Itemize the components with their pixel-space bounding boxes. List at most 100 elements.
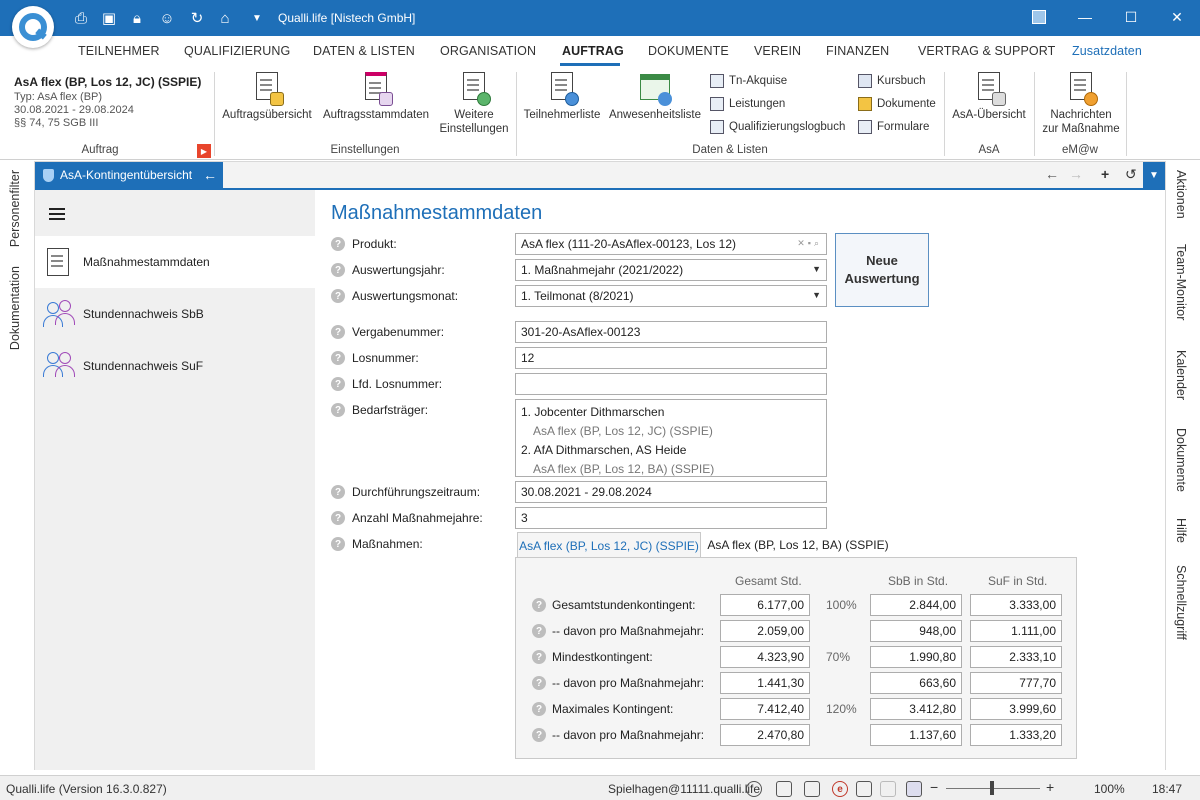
- help-icon[interactable]: ?: [331, 403, 345, 417]
- suf-value[interactable]: 1.111,00: [970, 620, 1062, 642]
- auftragsuebersicht-button[interactable]: Auftragsübersicht: [218, 72, 316, 122]
- layout-icon[interactable]: [906, 781, 922, 797]
- check-icon[interactable]: [804, 781, 820, 797]
- user-icon[interactable]: [746, 781, 762, 797]
- help-icon[interactable]: ?: [532, 624, 546, 638]
- zoom-out-icon[interactable]: −: [930, 779, 938, 795]
- losnummer-field[interactable]: 12: [515, 347, 827, 369]
- qualifizierungslogbuch-button[interactable]: Qualifizierungslogbuch: [710, 118, 845, 136]
- menu-auftrag[interactable]: AUFTRAG: [562, 44, 624, 58]
- email-e-icon[interactable]: e: [832, 781, 848, 797]
- suf-value[interactable]: 3.333,00: [970, 594, 1062, 616]
- nav-item-stundennachweis-suf[interactable]: Stundennachweis SuF: [35, 340, 315, 392]
- shield-check-icon[interactable]: [776, 781, 792, 797]
- minimize-button[interactable]: —: [1062, 0, 1108, 34]
- zeitraum-field[interactable]: 30.08.2021 - 29.08.2024: [515, 481, 827, 503]
- sbb-value[interactable]: 948,00: [870, 620, 962, 642]
- tab-jc[interactable]: AsA flex (BP, Los 12, JC) (SSPIE): [517, 532, 701, 558]
- teilnehmerliste-button[interactable]: Teilnehmerliste: [520, 72, 604, 122]
- help-icon[interactable]: ?: [331, 351, 345, 365]
- help-icon[interactable]: ?: [331, 511, 345, 525]
- reset-icon[interactable]: ↺: [1125, 166, 1137, 183]
- suf-value[interactable]: 3.999,60: [970, 698, 1062, 720]
- gesamt-value[interactable]: 6.177,00: [720, 594, 810, 616]
- arrow-left-icon[interactable]: ←: [203, 167, 217, 183]
- sbb-value[interactable]: 3.412,80: [870, 698, 962, 720]
- produkt-field[interactable]: AsA flex (111-20-AsAflex-00123, Los 12) …: [515, 233, 827, 255]
- sbb-value[interactable]: 1.137,60: [870, 724, 962, 746]
- lock-icon[interactable]: 🔒︎: [128, 9, 146, 27]
- bedarfstraeger-list[interactable]: 1. Jobcenter Dithmarschen AsA flex (BP, …: [515, 399, 827, 477]
- menu-daten-listen[interactable]: DATEN & LISTEN: [313, 44, 415, 58]
- help-icon[interactable]: ?: [532, 702, 546, 716]
- nav-item-massnahmestammdaten[interactable]: Maßnahmestammdaten: [35, 236, 315, 288]
- app-logo[interactable]: [12, 6, 54, 48]
- close-button[interactable]: ✕: [1154, 0, 1200, 34]
- auftragsstammdaten-button[interactable]: Auftragsstammdaten: [318, 72, 434, 122]
- sbb-value[interactable]: 2.844,00: [870, 594, 962, 616]
- menu-qualifizierung[interactable]: QUALIFIZIERUNG: [184, 44, 290, 58]
- help-icon[interactable]: ?: [331, 289, 345, 303]
- help-icon[interactable]: ?: [532, 598, 546, 612]
- sbb-value[interactable]: 663,60: [870, 672, 962, 694]
- kursbuch-button[interactable]: Kursbuch: [858, 72, 926, 90]
- suf-value[interactable]: 2.333,10: [970, 646, 1062, 668]
- menu-dokumente[interactable]: DOKUMENTE: [648, 44, 729, 58]
- hamburger-icon[interactable]: [49, 208, 65, 210]
- dropdown-icon[interactable]: ▼: [1143, 162, 1165, 188]
- nav-back-icon[interactable]: ←: [1045, 166, 1059, 182]
- gesamt-value[interactable]: 2.470,80: [720, 724, 810, 746]
- side-tab-kalender[interactable]: Kalender: [1174, 350, 1188, 400]
- nav-forward-icon[interactable]: →: [1069, 166, 1083, 182]
- menu-vertrag-support[interactable]: VERTRAG & SUPPORT: [918, 44, 1055, 58]
- quick-access-dropdown-icon[interactable]: ▼: [250, 9, 264, 27]
- user-icon[interactable]: ☺: [158, 9, 176, 27]
- menu-zusatzdaten[interactable]: Zusatzdaten: [1072, 44, 1142, 58]
- neue-auswertung-button[interactable]: Neue Auswertung: [835, 233, 929, 307]
- gesamt-value[interactable]: 1.441,30: [720, 672, 810, 694]
- sbb-value[interactable]: 1.990,80: [870, 646, 962, 668]
- tab-ba[interactable]: AsA flex (BP, Los 12, BA) (SSPIE): [705, 532, 891, 558]
- restore-layout-icon[interactable]: [1016, 0, 1062, 34]
- doc-tab-kontingent[interactable]: AsA-Kontingentübersicht ←: [35, 162, 223, 188]
- menu-finanzen[interactable]: FINANZEN: [826, 44, 889, 58]
- auswertungsmonat-select[interactable]: 1. Teilmonat (8/2021) ▼: [515, 285, 827, 307]
- expand-arrow-icon[interactable]: ▶: [197, 144, 211, 158]
- mail-icon[interactable]: [856, 781, 872, 797]
- side-tab-dokumente[interactable]: Dokumente: [1174, 428, 1188, 492]
- help-icon[interactable]: ?: [331, 537, 345, 551]
- suf-value[interactable]: 1.333,20: [970, 724, 1062, 746]
- menu-verein[interactable]: VEREIN: [754, 44, 801, 58]
- auswertungsjahr-select[interactable]: 1. Maßnahmejahr (2021/2022) ▼: [515, 259, 827, 281]
- vergabenummer-field[interactable]: 301-20-AsAflex-00123: [515, 321, 827, 343]
- asa-uebersicht-button[interactable]: AsA-Übersicht: [946, 72, 1032, 122]
- menu-teilnehmer[interactable]: TEILNEHMER: [78, 44, 160, 58]
- save-icon[interactable]: ▣: [100, 9, 118, 27]
- formulare-button[interactable]: Formulare: [858, 118, 929, 136]
- help-icon[interactable]: ?: [331, 263, 345, 277]
- refresh-icon[interactable]: ↻: [188, 9, 206, 27]
- side-tab-dokumentation[interactable]: Dokumentation: [8, 266, 22, 350]
- leistungen-button[interactable]: Leistungen: [710, 95, 785, 113]
- gesamt-value[interactable]: 2.059,00: [720, 620, 810, 642]
- nachrichten-button[interactable]: Nachrichten zur Maßnahme: [1036, 72, 1126, 136]
- plus-icon[interactable]: +: [1101, 166, 1109, 182]
- side-tab-aktionen[interactable]: Aktionen: [1174, 170, 1188, 219]
- tn-akquise-button[interactable]: Tn-Akquise: [710, 72, 787, 90]
- zoom-slider-thumb[interactable]: [990, 781, 994, 795]
- weitere-einstellungen-button[interactable]: Weitere Einstellungen: [436, 72, 512, 136]
- help-icon[interactable]: ?: [331, 325, 345, 339]
- suf-value[interactable]: 777,70: [970, 672, 1062, 694]
- help-icon[interactable]: ?: [331, 377, 345, 391]
- help-icon[interactable]: ?: [331, 485, 345, 499]
- gesamt-value[interactable]: 4.323,90: [720, 646, 810, 668]
- massnahmejahre-field[interactable]: 3: [515, 507, 827, 529]
- print-icon[interactable]: ⎙: [72, 9, 90, 27]
- dokumente-button[interactable]: Dokumente: [858, 95, 936, 113]
- menu-organisation[interactable]: ORGANISATION: [440, 44, 536, 58]
- help-icon[interactable]: ?: [331, 237, 345, 251]
- gesamt-value[interactable]: 7.412,40: [720, 698, 810, 720]
- side-tab-team-monitor[interactable]: Team-Monitor: [1174, 244, 1188, 320]
- side-tab-personenfilter[interactable]: Personenfilter: [8, 170, 22, 247]
- nav-item-stundennachweis-sbb[interactable]: Stundennachweis SbB: [35, 288, 315, 340]
